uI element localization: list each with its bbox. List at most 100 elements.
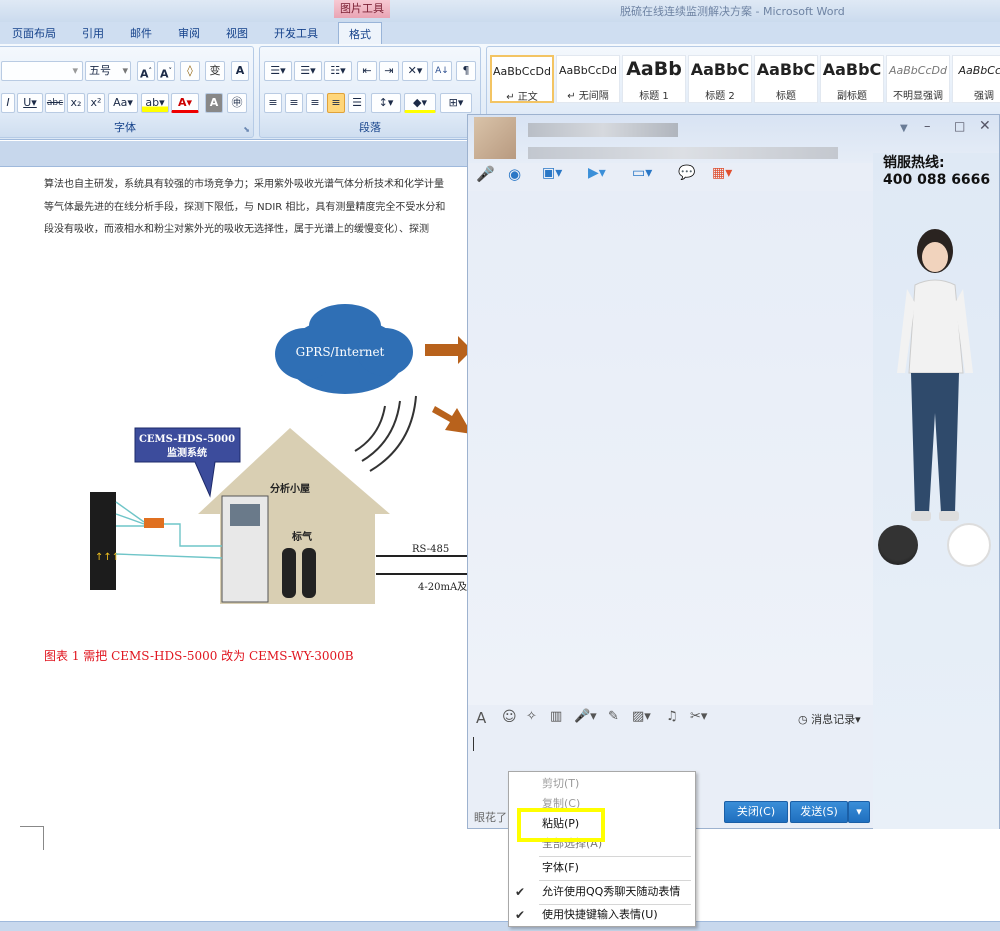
style-heading-2[interactable]: AaBbC 标题 2 [688,55,752,103]
context-menu[interactable]: 剪切(T) 复制(C) 粘贴(P) 全部选择(A) 字体(F) ✔ 允许使用QQ秀… [508,771,696,927]
qq-show-avatar[interactable] [883,223,993,543]
music-icon[interactable]: ♫ [666,709,678,724]
emoji-icon[interactable]: ☺ [502,709,517,725]
bullets-icon[interactable]: ☰▾ [264,61,292,81]
paragraph-group-label: 段落 [359,121,381,134]
gas-cylinder [282,548,296,598]
minimize-icon[interactable]: – [924,119,931,134]
font-size-dropdown[interactable]: 五号 ▾ [85,61,131,81]
callout-line2: 监测系统 [167,446,207,459]
align-right-icon[interactable]: ≡ [306,93,324,113]
screen-share-icon[interactable]: ▭▾ [632,165,652,181]
message-area[interactable] [468,191,873,705]
remote-assist-icon[interactable]: ▣▾ [542,165,562,181]
clear-format-icon[interactable]: ◊ [180,61,200,81]
enclosed-char-icon[interactable]: ㊥ [227,93,247,113]
phonetic-guide-icon[interactable]: 变 [205,61,225,81]
font-color-icon[interactable]: A▾ [171,93,199,113]
send-button[interactable]: 发送(S) [790,801,848,823]
char-shading-icon[interactable]: A [205,93,223,113]
superscript-icon[interactable]: x² [87,93,105,113]
change-case-icon[interactable]: Aa▾ [108,93,138,113]
menu-item-qq-show-emotes[interactable]: ✔ 允许使用QQ秀聊天随动表情 [509,882,695,902]
multilevel-list-icon[interactable]: ☷▾ [324,61,352,81]
picture-tools-tab-group: 图片工具 [334,0,390,18]
voice-call-icon[interactable]: 🎤 [476,165,495,183]
figure-caption: 图表 1 需把 CEMS-HDS-5000 改为 CEMS-WY-3000B [44,649,354,663]
probe-box [144,518,164,528]
arrow-right-icon [425,336,472,364]
contact-name-blurred [528,123,678,137]
char-border-icon[interactable]: A [231,61,249,81]
show-marks-icon[interactable]: ¶ [456,61,476,81]
style-title[interactable]: AaBbC 标题 [754,55,818,103]
screenshot-icon[interactable]: ✂▾ [690,709,707,724]
menu-item-shortcut-emotes[interactable]: ✔ 使用快捷键输入表情(U) [509,905,695,925]
user-avatar[interactable] [947,523,991,567]
tab-format[interactable]: 格式 [338,22,382,44]
apps-icon[interactable]: ▦▾ [712,165,732,181]
italic-icon[interactable]: I [1,93,15,113]
align-center-icon[interactable]: ≡ [285,93,303,113]
align-left-icon[interactable]: ≡ [264,93,282,113]
message-history-button[interactable]: ◷ 消息记录▾ [798,711,861,727]
decrease-indent-icon[interactable]: ⇤ [357,61,377,81]
borders-icon[interactable]: ⊞▾ [440,93,472,113]
font-icon[interactable]: A [476,709,486,727]
avatar[interactable] [474,117,516,159]
tab-review[interactable]: 审阅 [178,25,200,41]
system-diagram[interactable]: GPRS/Internet CEMS-HDS-5000 监测系统 分析小屋 标气… [80,296,480,616]
maximize-icon[interactable]: □ [954,119,965,133]
style-normal[interactable]: AaBbCcDd ↵ 正文 [490,55,554,103]
strikethrough-icon[interactable]: abc [45,93,65,113]
analyzer-screen [230,504,260,526]
voice-message-icon[interactable]: 🎤▾ [574,709,597,724]
menu-item-font[interactable]: 字体(F) [509,858,695,878]
tab-mailings[interactable]: 邮件 [130,25,152,41]
close-icon[interactable]: ✕ [979,118,991,134]
numbering-icon[interactable]: ☰▾ [294,61,322,81]
tab-view[interactable]: 视图 [226,25,248,41]
tab-page-layout[interactable]: 页面布局 [12,25,56,41]
close-button[interactable]: 关闭(C) [724,801,788,823]
doc-line-2: 等气体最先进的在线分析手段，探测下限低，与 NDIR 相比，具有测量精度完全不受… [44,202,446,213]
style-emphasis[interactable]: AaBbCcD 强调 [952,55,1000,103]
line-spacing-icon[interactable]: ↕▾ [371,93,401,113]
send-options-chevron-down-icon[interactable]: ▾ [848,801,870,823]
ribbon-tabs: 页面布局 引用 邮件 审阅 视图 开发工具 格式 [0,22,1000,44]
style-heading-1[interactable]: AaBb 标题 1 [622,55,686,103]
chinese-layout-icon[interactable]: ✕▾ [402,61,428,81]
style-subtitle[interactable]: AaBbC 副标题 [820,55,884,103]
justify-icon[interactable]: ≡ [327,93,345,113]
add-chat-icon[interactable]: 💬 [678,165,695,181]
magic-icon[interactable]: ✧ [526,709,537,724]
hotline-label: 销服热线: [883,155,945,171]
sort-icon[interactable]: A↓ [432,61,452,81]
video-call-icon[interactable]: ◉ [508,165,521,183]
shake-icon[interactable]: ▥ [550,709,562,724]
dialog-launcher-icon[interactable]: ⬊ [243,125,250,134]
qq-show-panel: 销服热线: 400 088 6666 [873,153,999,829]
style-no-spacing[interactable]: AaBbCcDd ↵ 无间隔 [556,55,620,103]
analog-label: 4-20mA及 [418,581,467,593]
subscript-icon[interactable]: x₂ [67,93,85,113]
increase-indent-icon[interactable]: ⇥ [379,61,399,81]
tab-developer[interactable]: 开发工具 [274,25,318,41]
style-preview: AaBbCcD [958,64,1000,77]
qq-penguin-icon[interactable] [878,525,918,565]
shading-icon[interactable]: ◆▾ [404,93,436,113]
shrink-font-icon[interactable]: A˅ [157,61,175,81]
style-subtle-emphasis[interactable]: AaBbCcDd 不明显强调 [886,55,950,103]
distributed-icon[interactable]: ☰ [348,93,366,113]
underline-icon[interactable]: U▾ [17,93,43,113]
tab-references[interactable]: 引用 [82,25,104,41]
send-file-icon[interactable]: ▶▾ [588,165,606,181]
image-icon[interactable]: ▨▾ [632,709,651,724]
menu-item-cut[interactable]: 剪切(T) [509,774,695,794]
grow-font-icon[interactable]: A˄ [137,61,155,81]
skin-menu-icon[interactable]: ▼ [900,123,908,134]
font-name-dropdown[interactable]: ▾ [1,61,83,81]
qq-chat-window[interactable]: ▼ – □ ✕ 🎤 ◉ ▣▾ ▶▾ ▭▾ 💬 ▦▾ 销服热线: 400 088 … [467,114,1000,829]
note-icon[interactable]: ✎ [608,709,619,724]
highlight-icon[interactable]: ab▾ [141,93,169,113]
